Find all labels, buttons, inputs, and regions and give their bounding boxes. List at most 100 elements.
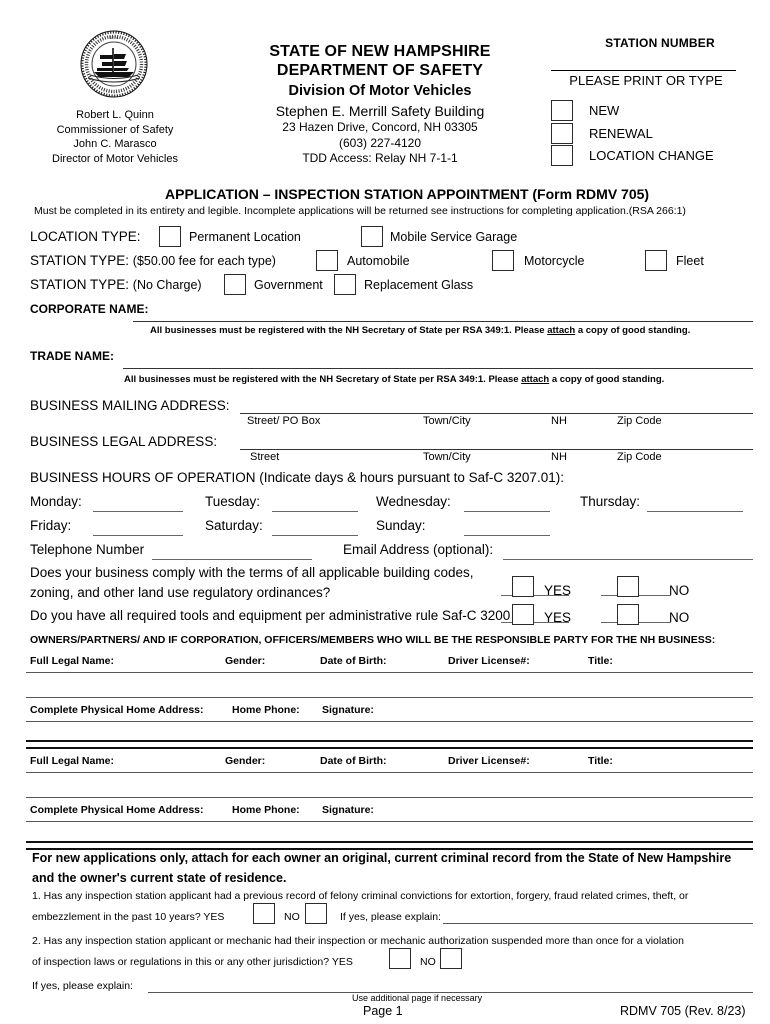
criminal-q2-line1: 2. Has any inspection station applicant … [32, 935, 684, 947]
criminal-q2-line2: of inspection laws or regulations in thi… [32, 956, 353, 968]
fleet-label: Fleet [676, 254, 704, 268]
station-type-free-label: STATION TYPE: (No Charge) [30, 277, 202, 292]
svg-text:SEAL: SEAL [109, 35, 120, 40]
corporate-name-label: CORPORATE NAME: [30, 302, 149, 316]
thursday-label: Thursday: [580, 494, 641, 509]
owner1-row-a-input[interactable] [26, 672, 753, 673]
checkbox-fleet[interactable] [645, 250, 667, 271]
trade-name-label: TRADE NAME: [30, 349, 114, 363]
tools-question: Do you have all required tools and equip… [30, 608, 511, 623]
legal-sublabel-town: Town/City [423, 451, 471, 463]
criminal-q2-ifyes-label: If yes, please explain: [32, 980, 133, 992]
commissioner-title: Commissioner of Safety [56, 123, 174, 136]
permanent-location-label: Permanent Location [189, 230, 301, 244]
checkbox-tools-no[interactable] [617, 604, 639, 625]
owner2-full-legal-name-label: Full Legal Name: [30, 755, 115, 767]
checkbox-replacement-glass[interactable] [334, 274, 356, 295]
checkbox-mobile-service-garage[interactable] [361, 226, 383, 247]
checkbox-permanent-location[interactable] [159, 226, 181, 247]
mailing-sublabel-town: Town/City [423, 415, 471, 427]
owner2-title-label: Title: [588, 755, 613, 767]
checkbox-tools-yes[interactable] [512, 604, 534, 625]
document-header: SEAL Robert L. Quinn Commissioner of Saf… [0, 0, 770, 175]
registration-notice-2: All businesses must be registered with t… [124, 374, 665, 385]
director-title: Director of Motor Vehicles [52, 152, 178, 165]
criminal-q1-line1: 1. Has any inspection station applicant … [32, 890, 689, 902]
owner2-dob-label: Date of Birth: [320, 755, 387, 767]
phone-number: (603) 227-4120 [338, 135, 422, 150]
checkbox-motorcycle[interactable] [492, 250, 514, 271]
footer-form-code: RDMV 705 (Rev. 8/23) [620, 1004, 746, 1018]
officials-block: Robert L. Quinn Commissioner of Safety J… [30, 108, 200, 166]
checkbox-automobile[interactable] [316, 250, 338, 271]
email-input[interactable] [503, 559, 753, 560]
owner2-row-a-divider [26, 797, 753, 798]
agency-address-block: STATE OF NEW HAMPSHIRE DEPARTMENT OF SAF… [215, 42, 545, 167]
friday-input[interactable] [93, 535, 183, 536]
monday-input[interactable] [93, 511, 183, 512]
corporate-name-input[interactable] [133, 321, 753, 322]
checkbox-renewal[interactable] [551, 122, 573, 144]
owner1-title-label: Title: [588, 655, 613, 667]
business-hours-label: BUSINESS HOURS OF OPERATION (Indicate da… [30, 470, 564, 485]
tuesday-input[interactable] [272, 511, 358, 512]
checkbox-government[interactable] [224, 274, 246, 295]
telephone-label: Telephone Number [30, 542, 145, 557]
form-page: SEAL Robert L. Quinn Commissioner of Saf… [0, 0, 770, 1024]
saturday-input[interactable] [272, 535, 358, 536]
checkbox-building-yes[interactable] [512, 576, 534, 597]
legal-sublabel-state: NH [551, 451, 567, 463]
monday-label: Monday: [30, 494, 82, 509]
owner2-home-address-label: Complete Physical Home Address: [30, 804, 204, 816]
criminal-notice-line1: For new applications only, attach for ea… [32, 851, 732, 865]
tools-yes-label: YES [544, 610, 572, 625]
building-codes-question-line2: zoning, and other land use regulatory or… [30, 585, 331, 600]
division-name: Division Of Motor Vehicles [288, 83, 472, 99]
checkbox-building-no[interactable] [617, 576, 639, 597]
saturday-label: Saturday: [205, 518, 263, 533]
tdd-access: TDD Access: Relay NH 7-1-1 [302, 151, 458, 165]
owner1-row-b-input[interactable] [26, 721, 753, 722]
telephone-input[interactable] [152, 559, 312, 560]
criminal-q1-explain-input[interactable] [443, 923, 753, 924]
owner1-full-legal-name-label: Full Legal Name: [30, 655, 115, 667]
owner1-dob-label: Date of Birth: [320, 655, 387, 667]
mailing-address-label: BUSINESS MAILING ADDRESS: [30, 398, 230, 413]
owner1-gender-label: Gender: [225, 655, 266, 667]
criminal-q1-line2: embezzlement in the past 10 years? YES [32, 911, 225, 923]
checkbox-q2-no[interactable] [440, 948, 462, 969]
building-no-label: NO [669, 583, 690, 598]
registration-notice-1: All businesses must be registered with t… [150, 325, 691, 336]
owner2-row-b-input[interactable] [26, 821, 753, 822]
owner2-gender-label: Gender: [225, 755, 266, 767]
owners-heading: OWNERS/PARTNERS/ AND IF CORPORATION, OFF… [30, 634, 716, 646]
sunday-input[interactable] [464, 535, 550, 536]
instruction-text: Must be completed in its entirety and le… [34, 205, 686, 217]
owner2-row-a-input[interactable] [26, 772, 753, 773]
checkbox-q1-yes[interactable] [253, 903, 275, 924]
owner2-home-phone-label: Home Phone: [232, 804, 300, 816]
wednesday-input[interactable] [464, 511, 550, 512]
checkbox-new[interactable] [551, 100, 573, 121]
state-name: STATE OF NEW HAMPSHIRE [269, 43, 491, 60]
department-name: DEPARTMENT OF SAFETY [276, 62, 484, 79]
owner2-license-label: Driver License#: [448, 755, 530, 767]
commissioner-name: Robert L. Quinn [76, 109, 154, 121]
checkbox-q2-yes[interactable] [389, 948, 411, 969]
criminal-section-separator [26, 841, 753, 850]
criminal-notice-line2: and the owner's current state of residen… [32, 871, 287, 885]
thursday-input[interactable] [647, 511, 743, 512]
legal-address-label: BUSINESS LEGAL ADDRESS: [30, 434, 218, 449]
wednesday-label: Wednesday: [376, 494, 451, 509]
checkbox-location-change[interactable] [551, 145, 573, 166]
station-number-rule [551, 70, 736, 71]
legal-address-input[interactable] [240, 449, 753, 450]
mailing-address-input[interactable] [240, 413, 753, 414]
checkbox-q1-no[interactable] [305, 903, 327, 924]
trade-name-input[interactable] [123, 368, 753, 369]
location-type-label: LOCATION TYPE: [30, 229, 141, 244]
building-codes-question-line1: Does your business comply with the terms… [30, 565, 474, 580]
building-name: Stephen E. Merrill Safety Building [275, 103, 485, 119]
owner1-home-phone-label: Home Phone: [232, 704, 300, 716]
replacement-glass-label: Replacement Glass [364, 278, 474, 292]
